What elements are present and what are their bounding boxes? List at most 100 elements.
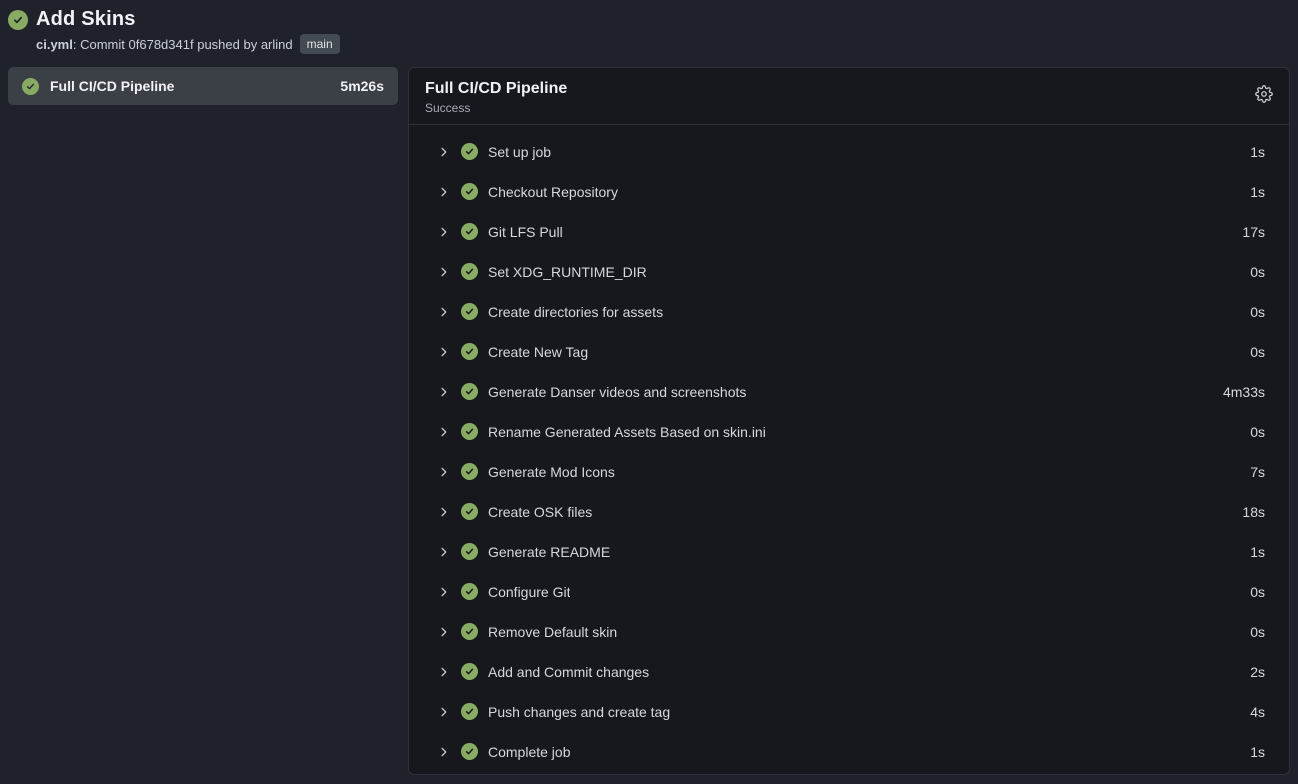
step-row[interactable]: Generate Danser videos and screenshots 4… — [409, 372, 1289, 412]
chevron-right-icon[interactable] — [438, 226, 450, 238]
chevron-right-icon[interactable] — [438, 266, 450, 278]
step-row[interactable]: Git LFS Pull 17s — [409, 212, 1289, 252]
step-label: Generate README — [488, 544, 610, 560]
step-duration: 0s — [1238, 584, 1265, 600]
check-icon — [464, 346, 475, 357]
step-row[interactable]: Remove Default skin 0s — [409, 612, 1289, 652]
step-duration: 1s — [1238, 184, 1265, 200]
step-duration: 4m33s — [1211, 384, 1265, 400]
step-row[interactable]: Complete job 1s — [409, 732, 1289, 772]
step-row[interactable]: Generate README 1s — [409, 532, 1289, 572]
step-status-success-icon — [461, 623, 478, 640]
chevron-right-icon[interactable] — [438, 426, 450, 438]
run-status-success-icon — [8, 10, 28, 30]
chevron-right-icon[interactable] — [438, 626, 450, 638]
job-duration: 5m26s — [340, 78, 384, 94]
step-label: Create directories for assets — [488, 304, 663, 320]
check-icon — [464, 266, 475, 277]
chevron-right-icon[interactable] — [438, 546, 450, 558]
step-duration: 4s — [1238, 704, 1265, 720]
step-label: Remove Default skin — [488, 624, 617, 640]
subtitle-separator: : — [73, 37, 77, 52]
step-status-success-icon — [461, 383, 478, 400]
step-status-success-icon — [461, 703, 478, 720]
step-row[interactable]: Rename Generated Assets Based on skin.in… — [409, 412, 1289, 452]
step-status-success-icon — [461, 743, 478, 760]
check-icon — [464, 226, 475, 237]
step-row[interactable]: Push changes and create tag 4s — [409, 692, 1289, 732]
step-row[interactable]: Set up job 1s — [409, 132, 1289, 172]
step-row[interactable]: Configure Git 0s — [409, 572, 1289, 612]
step-duration: 1s — [1238, 144, 1265, 160]
step-row[interactable]: Create OSK files 18s — [409, 492, 1289, 532]
check-icon — [464, 586, 475, 597]
step-label: Git LFS Pull — [488, 224, 563, 240]
step-label: Configure Git — [488, 584, 570, 600]
step-status-success-icon — [461, 663, 478, 680]
step-row[interactable]: Create directories for assets 0s — [409, 292, 1289, 332]
step-status-success-icon — [461, 503, 478, 520]
run-content: Full CI/CD Pipeline 5m26s Full CI/CD Pip… — [8, 67, 1290, 776]
step-status-success-icon — [461, 183, 478, 200]
step-duration: 18s — [1230, 504, 1265, 520]
step-duration: 2s — [1238, 664, 1265, 680]
chevron-right-icon[interactable] — [438, 506, 450, 518]
chevron-right-icon[interactable] — [438, 586, 450, 598]
workflow-file-name: ci.yml — [36, 37, 73, 52]
chevron-right-icon[interactable] — [438, 746, 450, 758]
run-subtitle: ci.yml: Commit 0f678d341f pushed by arli… — [36, 34, 1290, 54]
check-icon — [464, 546, 475, 557]
commit-message: ci.yml: Commit 0f678d341f pushed by arli… — [36, 37, 293, 52]
step-duration: 7s — [1238, 464, 1265, 480]
commit-hash-link[interactable]: 0f678d341f — [129, 37, 194, 52]
step-label: Set up job — [488, 144, 551, 160]
chevron-right-icon[interactable] — [438, 386, 450, 398]
step-duration: 1s — [1238, 744, 1265, 760]
step-label: Checkout Repository — [488, 184, 618, 200]
chevron-right-icon[interactable] — [438, 666, 450, 678]
step-row[interactable]: Generate Mod Icons 7s — [409, 452, 1289, 492]
check-icon — [464, 146, 475, 157]
step-label: Generate Mod Icons — [488, 464, 615, 480]
sidebar-job-item-full-ci-cd-pipeline[interactable]: Full CI/CD Pipeline 5m26s — [8, 67, 398, 105]
gear-icon — [1255, 85, 1273, 103]
run-header: Add Skins ci.yml: Commit 0f678d341f push… — [8, 8, 1290, 54]
step-row[interactable]: Create New Tag 0s — [409, 332, 1289, 372]
job-settings-button[interactable] — [1255, 85, 1273, 103]
job-status-success-icon — [22, 78, 39, 95]
step-duration: 0s — [1238, 624, 1265, 640]
chevron-right-icon[interactable] — [438, 706, 450, 718]
step-row[interactable]: Checkout Repository 1s — [409, 172, 1289, 212]
step-status-success-icon — [461, 263, 478, 280]
check-icon — [464, 706, 475, 717]
jobs-sidebar: Full CI/CD Pipeline 5m26s — [8, 67, 398, 776]
check-icon — [464, 506, 475, 517]
step-row[interactable]: Add and Commit changes 2s — [409, 652, 1289, 692]
step-duration: 0s — [1238, 304, 1265, 320]
step-status-success-icon — [461, 143, 478, 160]
chevron-right-icon[interactable] — [438, 186, 450, 198]
step-status-success-icon — [461, 583, 478, 600]
check-icon — [464, 186, 475, 197]
chevron-right-icon[interactable] — [438, 146, 450, 158]
step-duration: 0s — [1238, 424, 1265, 440]
panel-job-title: Full CI/CD Pipeline — [425, 79, 567, 100]
commit-prefix: Commit — [80, 37, 125, 52]
step-status-success-icon — [461, 463, 478, 480]
step-row[interactable]: Set XDG_RUNTIME_DIR 0s — [409, 252, 1289, 292]
check-icon — [464, 666, 475, 677]
workflow-run-page: Add Skins ci.yml: Commit 0f678d341f push… — [0, 0, 1298, 784]
chevron-right-icon[interactable] — [438, 346, 450, 358]
run-title: Add Skins — [36, 8, 136, 31]
job-detail-panel: Full CI/CD Pipeline Success — [408, 67, 1290, 775]
step-label: Push changes and create tag — [488, 704, 670, 720]
chevron-right-icon[interactable] — [438, 466, 450, 478]
chevron-right-icon[interactable] — [438, 306, 450, 318]
branch-badge[interactable]: main — [300, 34, 340, 54]
panel-header: Full CI/CD Pipeline Success — [409, 68, 1289, 125]
step-status-success-icon — [461, 543, 478, 560]
check-icon — [464, 466, 475, 477]
step-duration: 17s — [1230, 224, 1265, 240]
job-name: Full CI/CD Pipeline — [50, 78, 174, 94]
check-icon — [464, 386, 475, 397]
